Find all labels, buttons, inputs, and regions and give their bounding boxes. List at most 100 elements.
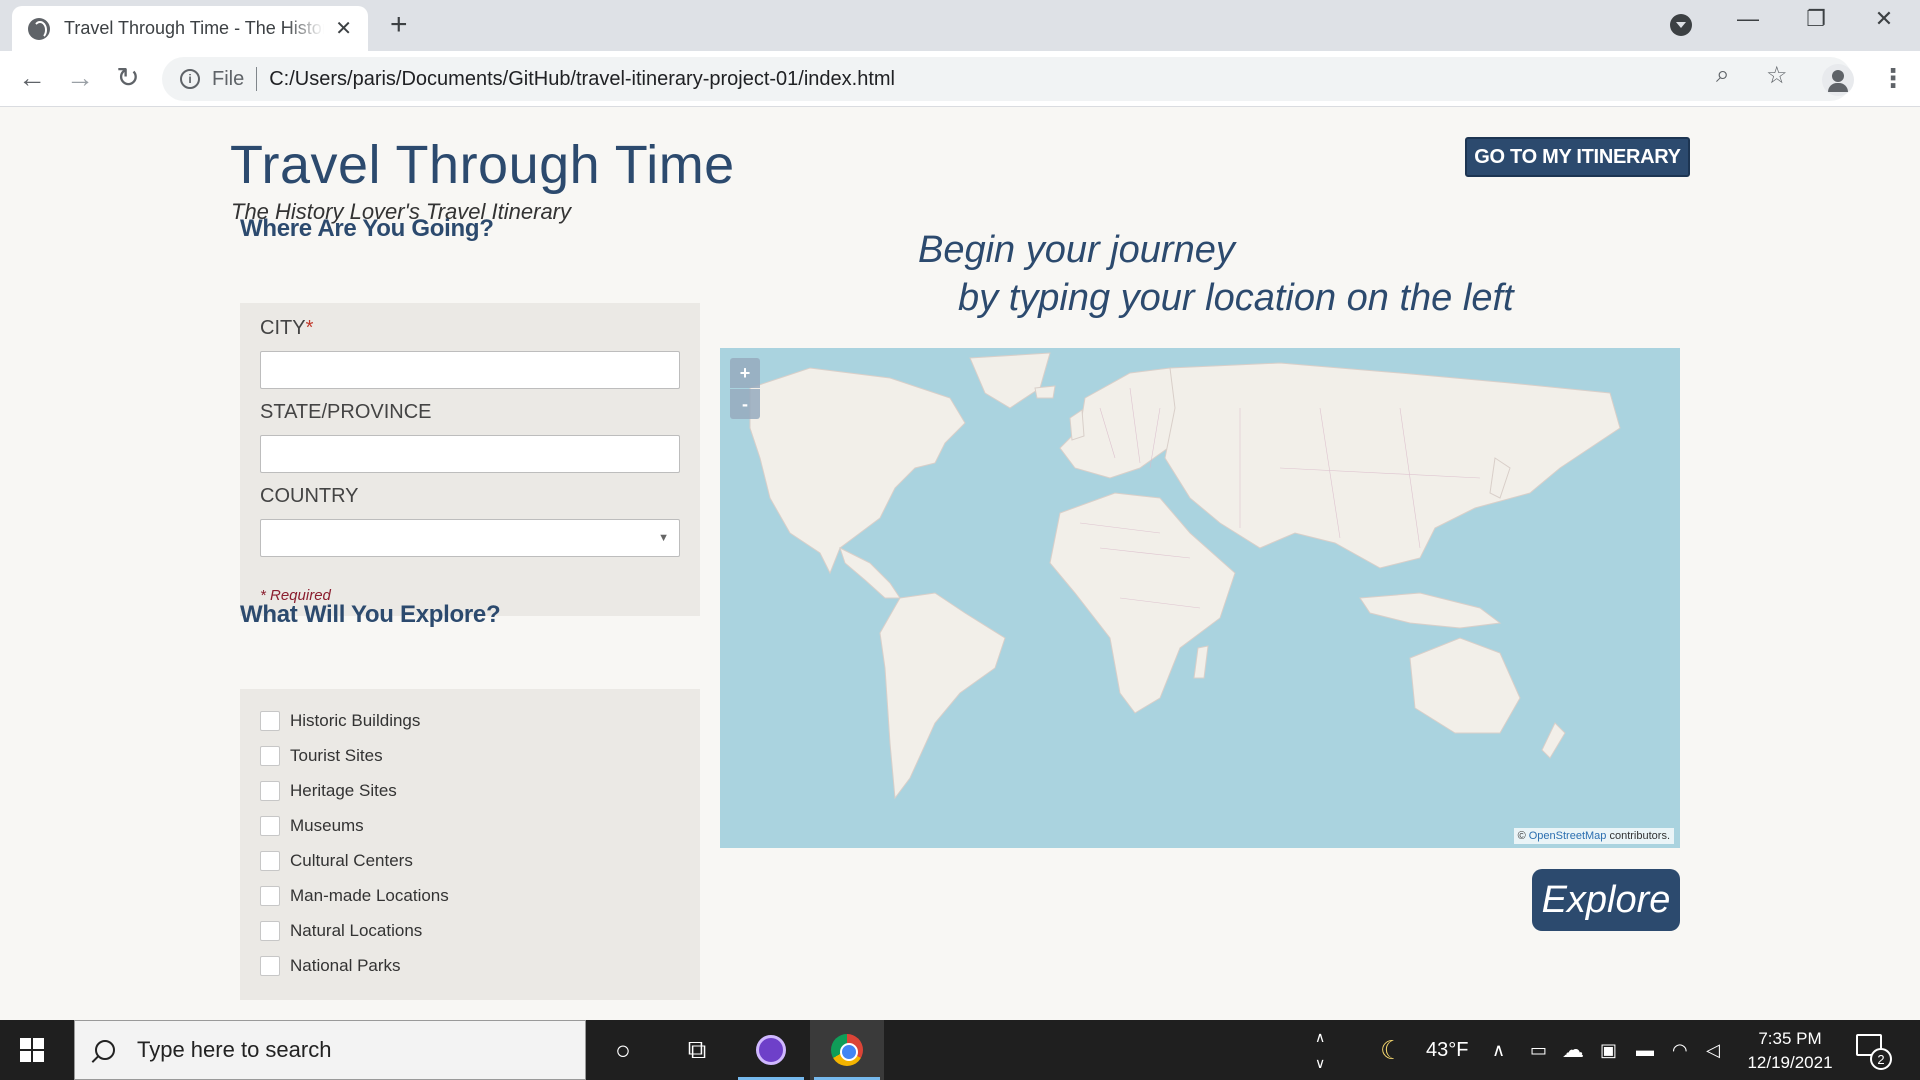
task-view-icon[interactable]: ⧉	[660, 1020, 734, 1080]
browser-tab[interactable]: Travel Through Time - The History Lover'…	[12, 6, 368, 51]
notification-badge: 2	[1870, 1048, 1892, 1070]
checkbox-tourist-sites[interactable]: Tourist Sites	[260, 746, 383, 766]
openstreetmap-link[interactable]: OpenStreetMap	[1529, 830, 1607, 842]
map-zoom-out-button[interactable]: -	[730, 389, 760, 419]
state-input[interactable]	[260, 435, 680, 473]
landmass-north-america	[749, 367, 966, 575]
url-scheme: File	[212, 67, 245, 90]
notification-center-icon[interactable]: 2	[1856, 1034, 1892, 1070]
explore-button[interactable]: Explore	[1532, 869, 1680, 931]
weather-temperature[interactable]: 43°F	[1426, 1020, 1468, 1080]
forward-button[interactable]: →	[62, 61, 98, 95]
url-text[interactable]: C:/Users/paris/Documents/GitHub/travel-i…	[269, 68, 895, 91]
world-map[interactable]: + - © OpenStreetMap contributors.	[720, 348, 1680, 848]
landmass-australia	[1409, 637, 1521, 734]
state-label: STATE/PROVINCE	[260, 401, 432, 423]
chrome-logo	[831, 1034, 863, 1066]
tagline-line-2: by typing your location on the left	[958, 277, 1514, 319]
checkbox[interactable]	[260, 746, 280, 766]
checkbox-historic-buildings[interactable]: Historic Buildings	[260, 711, 420, 731]
checkbox-label[interactable]: Tourist Sites	[290, 746, 383, 766]
tray-chevron-icon[interactable]: ∧	[1492, 1020, 1505, 1080]
profile-avatar[interactable]	[1822, 64, 1854, 96]
go-to-itinerary-button[interactable]: GO TO MY ITINERARY	[1465, 137, 1690, 177]
github-desktop-icon[interactable]	[734, 1020, 808, 1080]
browser-toolbar: ← → ↻ i File C:/Users/paris/Documents/Gi…	[0, 51, 1920, 107]
landmass-asia	[1164, 362, 1621, 569]
browser-tabstrip: Travel Through Time - The History Lover'…	[0, 0, 1920, 51]
checkbox-label[interactable]: Heritage Sites	[290, 781, 397, 801]
page-content: Travel Through Time The History Lover's …	[0, 107, 1920, 1020]
checkbox[interactable]	[260, 886, 280, 906]
tagline-line-1: Begin your journey	[918, 229, 1235, 271]
tab-title: Travel Through Time - The History Lover'…	[64, 18, 324, 38]
landmass-greenland	[969, 352, 1051, 409]
zoom-icon[interactable]: ⌕	[1716, 61, 1729, 89]
landmass-new-zealand	[1541, 722, 1566, 759]
back-button[interactable]: ←	[14, 61, 50, 95]
info-icon[interactable]: i	[180, 69, 200, 89]
checkbox-label[interactable]: Historic Buildings	[290, 711, 420, 731]
restore-button[interactable]: ❐	[1796, 6, 1836, 32]
security-icon[interactable]: ▣	[1600, 1020, 1617, 1080]
landmass-south-america	[879, 592, 1006, 800]
window-close-button[interactable]: ✕	[1864, 6, 1904, 32]
wifi-icon[interactable]: ◠	[1672, 1020, 1688, 1080]
map-zoom-in-button[interactable]: +	[730, 358, 760, 388]
volume-icon[interactable]: ◁	[1706, 1020, 1720, 1080]
browser-menu-icon[interactable]: ⋮	[1880, 63, 1906, 94]
github-logo	[756, 1035, 786, 1065]
new-tab-button[interactable]: +	[390, 9, 408, 41]
checkbox[interactable]	[260, 921, 280, 941]
checkbox-label[interactable]: Cultural Centers	[290, 851, 413, 871]
checkbox-label[interactable]: Museums	[290, 816, 364, 836]
close-tab-icon[interactable]: ✕	[335, 16, 352, 41]
location-panel: CITY* STATE/PROVINCE COUNTRY ▼ * Require…	[240, 303, 700, 616]
checkbox[interactable]	[260, 816, 280, 836]
reload-button[interactable]: ↻	[110, 61, 146, 95]
tab-search-icon[interactable]	[1670, 14, 1692, 36]
checkbox-label[interactable]: Natural Locations	[290, 921, 422, 941]
chevron-up-icon[interactable]: ∧	[1315, 1024, 1325, 1050]
moon-icon[interactable]: ☾	[1380, 1020, 1403, 1080]
taskbar-scroll[interactable]: ∧ ∨	[1315, 1024, 1325, 1076]
checkbox-natural-locations[interactable]: Natural Locations	[260, 921, 422, 941]
site-title: Travel Through Time	[230, 135, 735, 195]
cortana-icon[interactable]: ○	[586, 1020, 660, 1080]
battery-icon[interactable]: ▬	[1636, 1020, 1654, 1080]
country-label: COUNTRY	[260, 485, 359, 507]
minimize-button[interactable]: —	[1728, 6, 1768, 32]
taskbar-search-box[interactable]: Type here to search	[74, 1020, 586, 1080]
checkbox[interactable]	[260, 711, 280, 731]
location-heading: Where Are You Going?	[240, 215, 494, 242]
landmass-africa	[1049, 492, 1236, 714]
taskbar-clock[interactable]: 7:35 PM 12/19/2021	[1740, 1027, 1840, 1075]
meet-now-icon[interactable]: ▭	[1530, 1020, 1547, 1080]
city-input[interactable]	[260, 351, 680, 389]
address-bar[interactable]: i File C:/Users/paris/Documents/GitHub/t…	[162, 57, 1852, 101]
checkbox-label[interactable]: Man-made Locations	[290, 886, 449, 906]
bookmark-star-icon[interactable]: ☆	[1766, 61, 1788, 90]
checkbox-heritage-sites[interactable]: Heritage Sites	[260, 781, 397, 801]
checkbox-cultural-centers[interactable]: Cultural Centers	[260, 851, 413, 871]
landmass-madagascar	[1193, 645, 1209, 679]
url-separator	[256, 67, 258, 91]
checkbox-national-parks[interactable]: National Parks	[260, 956, 401, 976]
windows-start-icon[interactable]	[20, 1038, 44, 1062]
checkbox-label[interactable]: National Parks	[290, 956, 401, 976]
required-star: *	[305, 317, 314, 339]
landmass-central-america	[839, 547, 901, 599]
checkbox[interactable]	[260, 956, 280, 976]
checkbox[interactable]	[260, 781, 280, 801]
map-tiles	[749, 352, 1621, 800]
chevron-down-icon[interactable]: ∨	[1315, 1050, 1325, 1076]
city-label: CITY*	[260, 317, 314, 339]
checkbox-man-made-locations[interactable]: Man-made Locations	[260, 886, 449, 906]
checkbox-museums[interactable]: Museums	[260, 816, 364, 836]
explore-heading: What Will You Explore?	[240, 601, 501, 628]
checkbox[interactable]	[260, 851, 280, 871]
chrome-taskbar-icon[interactable]	[810, 1020, 884, 1080]
country-select[interactable]: ▼	[260, 519, 680, 557]
onedrive-icon[interactable]: ☁	[1562, 1020, 1584, 1080]
clock-date: 12/19/2021	[1747, 1053, 1833, 1072]
